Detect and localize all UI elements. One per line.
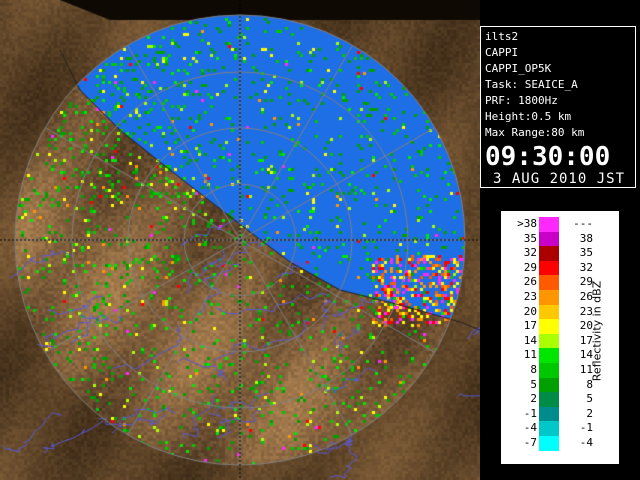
legend-row: 26 29 [501,275,601,290]
legend-color-swatch [539,217,559,232]
legend-color-swatch [539,421,559,436]
legend-row: -1 2 [501,406,601,422]
legend-row: 35 38 [501,231,601,247]
legend-row: 20 23 [501,304,601,320]
legend-color-swatch [539,290,559,305]
legend-lower-bound: 20 [523,304,537,318]
legend-color-swatch [539,363,559,378]
legend-color-swatch [539,392,559,407]
legend-lower-bound: 35 [523,231,537,245]
legend-color-swatch [539,406,559,422]
scan-date: 3 AUG 2010 JST [493,171,626,187]
legend-lower-bound: 26 [523,275,537,289]
radar-scan-map-icon [0,0,480,480]
legend-lower-bound: -7 [523,436,537,449]
legend-lower-bound: >38 [517,217,537,230]
legend-color-swatch [539,231,559,247]
legend-row: 11 14 [501,348,601,363]
legend-row: 8 11 [501,363,601,378]
legend-lower-bound: 2 [530,392,537,406]
legend-upper-bound: --- [573,217,593,230]
legend-lower-bound: 8 [530,363,537,376]
scan-time: 09:30:00 [485,142,611,172]
legend-row: 14 17 [501,333,601,349]
product-id: CAPPI_OP5K [485,62,552,75]
legend-row: 23 26 [501,290,601,305]
legend-lower-bound: 14 [523,333,537,347]
legend-color-swatch [539,246,559,261]
legend-row: 58 [501,377,601,393]
product-name: CAPPI [485,46,519,59]
legend-lower-bound: 5 [530,377,537,391]
legend-upper-bound: -4 [579,436,593,449]
station-name: ilts2 [485,30,519,43]
legend-upper-bound: 20 [579,319,593,333]
scan-info-panel: ilts2 CAPPI CAPPI_OP5K Task: SEAICE_A PR… [480,26,636,188]
legend-lower-bound: -4 [523,421,537,435]
legend-upper-bound: 26 [579,290,593,303]
legend-color-swatch [539,333,559,349]
legend-lower-bound: 29 [523,260,537,274]
legend-upper-bound: 38 [579,231,593,245]
legend-color-swatch [539,436,559,451]
legend-color-swatch [539,260,559,276]
legend-lower-bound: -1 [523,406,537,420]
prf-value: PRF: 1800Hz [485,94,558,107]
legend-row: 29 32 [501,260,601,276]
legend-upper-bound: -1 [579,421,593,435]
legend-lower-bound: 23 [523,290,537,303]
legend-lower-bound: 32 [523,246,537,260]
max-range-value: Max Range:80 km [485,126,585,139]
task-name: Task: SEAICE_A [485,78,578,91]
reflectivity-legend: >38 --- 35 38 32 35 29 32 26 29 23 26 20 23 17 20 14 17 11… [500,210,620,465]
legend-upper-bound: 35 [579,246,593,260]
legend-row: -7 -4 [501,436,601,451]
legend-upper-bound: 8 [586,377,593,391]
legend-lower-bound: 17 [523,319,537,333]
legend-row: -4 -1 [501,421,601,436]
legend-color-swatch [539,275,559,290]
legend-color-swatch [539,377,559,393]
legend-row: 32 35 [501,246,601,261]
legend-upper-bound: 11 [579,363,593,376]
legend-axis-label: Reflectivity in dBZ [590,280,604,382]
legend-upper-bound: 32 [579,260,593,274]
legend-lower-bound: 11 [523,348,537,362]
legend-upper-bound: 14 [579,348,593,362]
legend-color-swatch [539,304,559,320]
legend-row: 17 20 [501,319,601,334]
legend-row: >38 --- [501,217,601,232]
radar-map-view[interactable] [0,0,480,480]
legend-color-swatch [539,319,559,334]
legend-upper-bound: 5 [586,392,593,406]
legend-upper-bound: 29 [579,275,593,289]
legend-upper-bound: 2 [586,406,593,420]
legend-row: 25 [501,392,601,407]
height-value: Height:0.5 km [485,110,572,123]
legend-color-swatch [539,348,559,363]
legend-upper-bound: 17 [579,333,593,347]
legend-upper-bound: 23 [579,304,593,318]
